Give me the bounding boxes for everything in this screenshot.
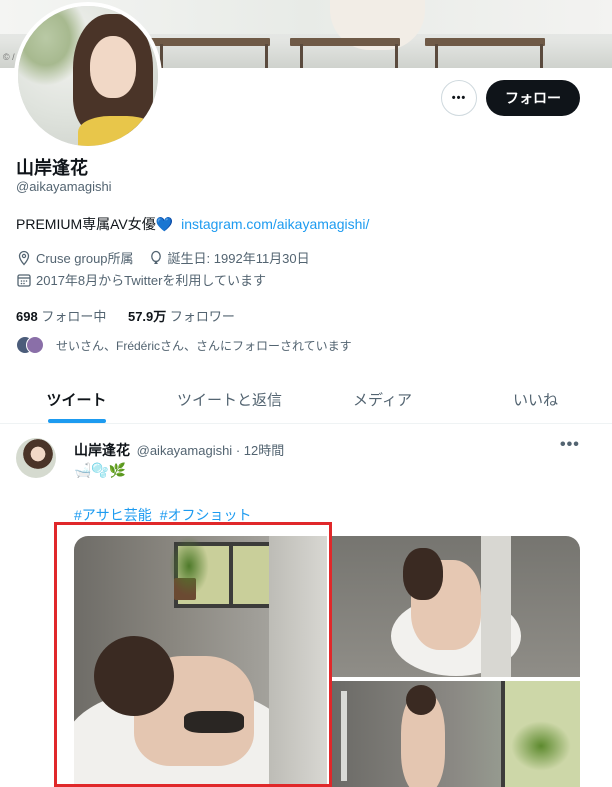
followers-count: 57.9万	[127, 309, 167, 324]
hashtag-link[interactable]: #オフショット	[160, 507, 252, 523]
more-options-button[interactable]: •••	[441, 80, 477, 116]
avatar-face	[90, 36, 136, 98]
tweet-author-name[interactable]: 山岸逢花	[74, 442, 130, 458]
follow-button[interactable]: フォロー	[486, 80, 580, 116]
tweet-emojis: 🛁🫧🌿	[74, 462, 127, 478]
tweet-more-button[interactable]: •••	[560, 436, 580, 454]
tab-media[interactable]: メディア	[306, 378, 459, 423]
following-count: 698	[16, 309, 38, 324]
tab-tweets[interactable]: ツイート	[0, 378, 153, 423]
tweet-header: 山岸逢花 @aikayamagishi · 12時間	[74, 440, 284, 460]
profile-avatar[interactable]	[14, 2, 162, 150]
profile-meta-line-1: Cruse group所属 誕生日: 1992年11月30日	[16, 248, 310, 267]
blue-heart-icon: 💙	[155, 216, 174, 232]
tweet-author-handle[interactable]: @aikayamagishi	[137, 443, 233, 458]
follow-counts: 698 フォロー中 57.9万 フォロワー	[16, 306, 253, 325]
profile-bio: PREMIUM専属AV女優💙 instagram.com/aikayamagis…	[16, 214, 369, 234]
photo-person-hair	[403, 548, 443, 600]
tweet-photo-2[interactable]	[331, 536, 580, 677]
following-label: フォロー中	[41, 309, 107, 324]
profile-name: 山岸逢花	[16, 158, 88, 178]
banner-desk	[425, 38, 545, 46]
profile-handle: @aikayamagishi	[16, 179, 112, 194]
banner-desk-leg	[540, 44, 543, 68]
location-text: Cruse group所属	[36, 251, 134, 266]
avatar-clothing	[78, 116, 158, 146]
location-icon	[18, 250, 30, 265]
photo-person-hair	[94, 636, 174, 716]
tweet-author-avatar[interactable]	[16, 438, 56, 478]
follower-avatar	[26, 336, 44, 354]
followers-label: フォロワー	[169, 309, 235, 324]
bio-text: PREMIUM専属AV女優	[16, 216, 156, 232]
banner-desk-leg	[395, 44, 398, 68]
followed-by-text: せいさん、Frédéricさん、さんにフォローされています	[56, 338, 352, 353]
tab-tweets-and-replies[interactable]: ツイートと返信	[153, 378, 306, 423]
tweet-photo-1[interactable]	[74, 536, 327, 787]
hashtag-link[interactable]: #アサヒ芸能	[74, 507, 152, 523]
following-link[interactable]: 698 フォロー中	[16, 309, 106, 324]
followers-link[interactable]: 57.9万 フォロワー	[128, 309, 235, 324]
tab-likes[interactable]: いいね	[459, 378, 612, 423]
photo-shower	[341, 691, 347, 781]
tweet-photo-3[interactable]	[331, 681, 580, 787]
bio-link[interactable]: instagram.com/aikayamagishi/	[181, 216, 369, 232]
more-icon: •••	[451, 92, 467, 104]
banner-copyright: © /	[3, 52, 15, 62]
banner-desk-leg	[435, 44, 438, 68]
banner-desk	[290, 38, 400, 46]
photo-wall-edge	[481, 536, 511, 677]
photo-wall-edge	[269, 536, 327, 787]
photo-person-hair	[406, 685, 436, 715]
banner-desk-leg	[265, 44, 268, 68]
photo-plant	[511, 721, 571, 771]
photo-person-clothing	[184, 711, 244, 733]
banner-desk	[150, 38, 270, 46]
calendar-icon	[17, 273, 31, 287]
followed-by[interactable]: せいさん、Frédéricさん、さんにフォローされています	[16, 336, 352, 354]
balloon-icon	[150, 250, 161, 264]
photo-plant	[169, 536, 209, 596]
birthday-text: 誕生日: 1992年11月30日	[167, 251, 310, 266]
tweet-hashtags: #アサヒ芸能 #オフショット	[74, 505, 255, 525]
joined-text: 2017年8月からTwitterを利用しています	[36, 273, 267, 288]
tweet-media-grid	[74, 536, 580, 787]
profile-meta-line-2: 2017年8月からTwitterを利用しています	[16, 270, 266, 289]
banner-desk-leg	[300, 44, 303, 68]
tweet-time[interactable]: · 12時間	[236, 443, 284, 458]
profile-tabs: ツイート ツイートと返信 メディア いいね	[0, 378, 612, 424]
